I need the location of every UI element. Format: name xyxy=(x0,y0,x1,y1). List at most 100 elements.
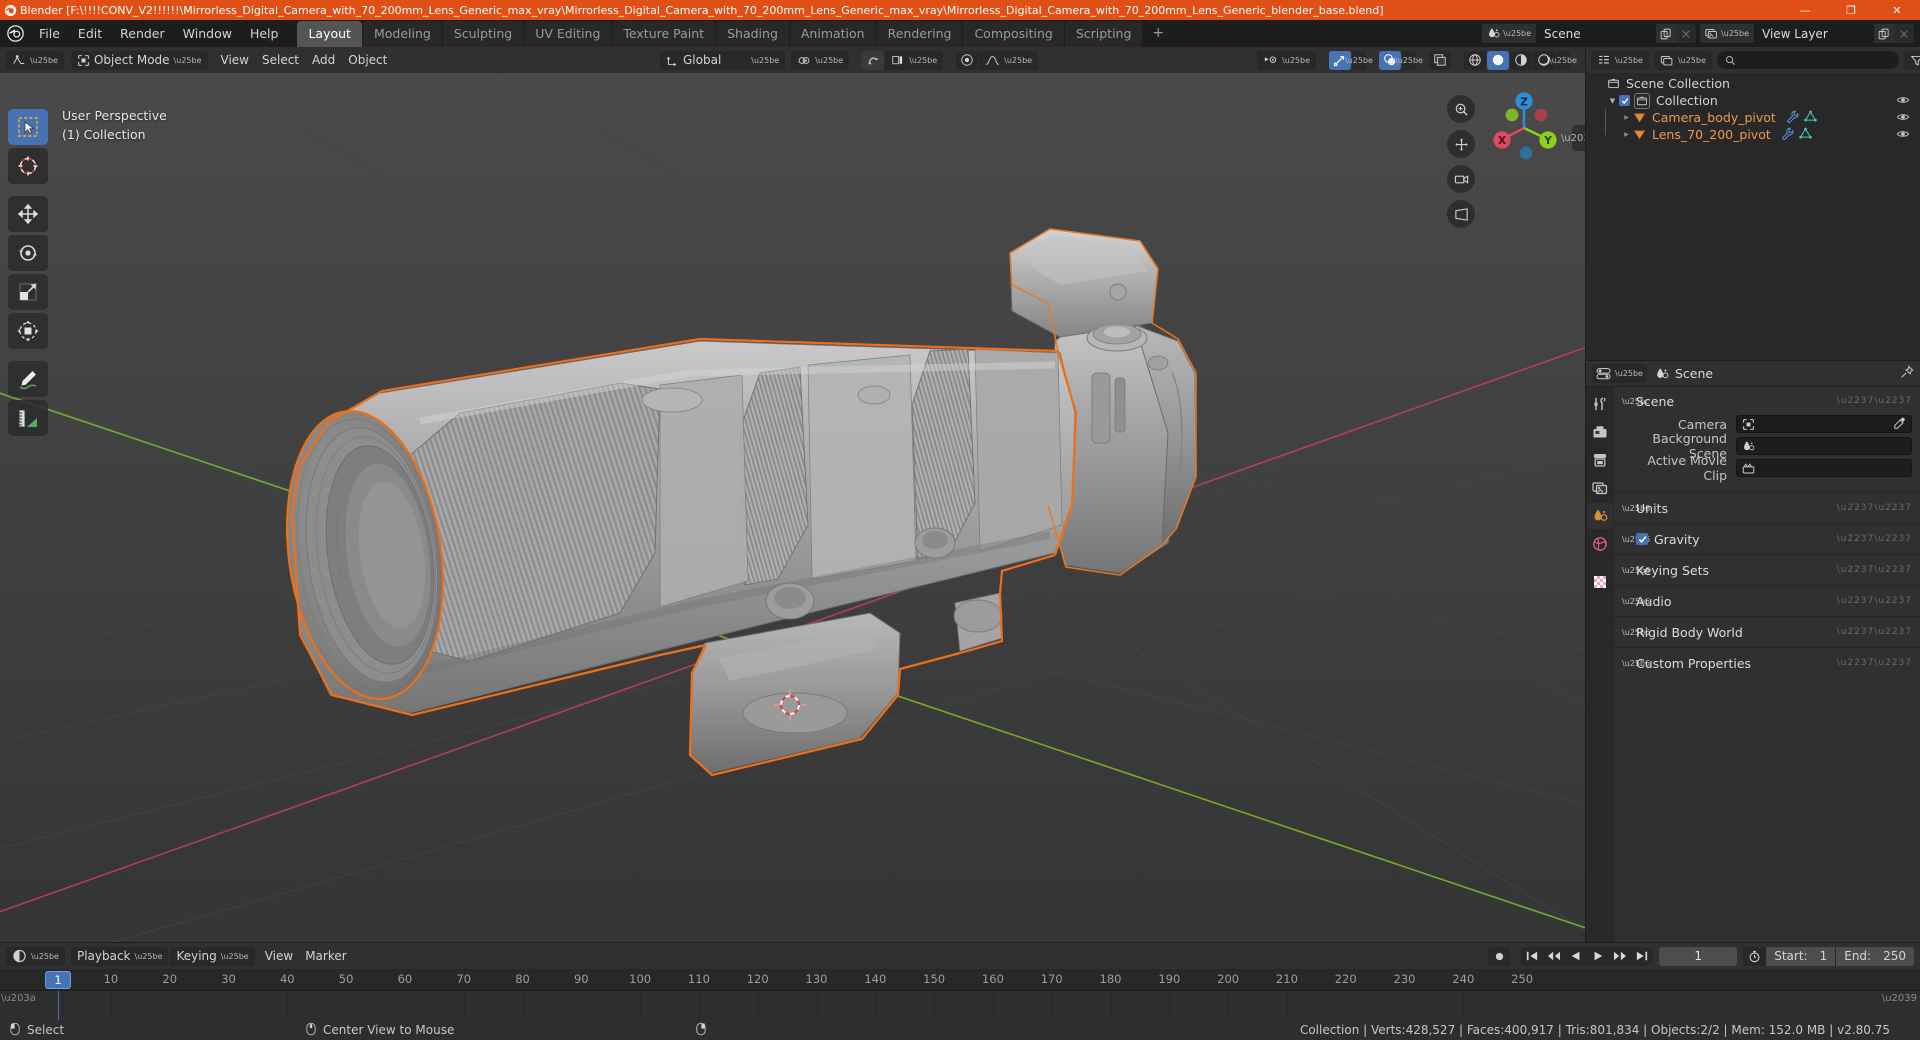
menu-file[interactable]: File xyxy=(30,22,69,45)
toggle-xray-icon[interactable] xyxy=(1429,50,1451,70)
add-workspace-button[interactable]: + xyxy=(1143,20,1173,47)
object-visibility-eye-icon[interactable] xyxy=(1896,127,1910,144)
menu-help[interactable]: Help xyxy=(241,22,288,45)
timeline-menu-keying[interactable]: Keying \u25be xyxy=(170,946,255,966)
tab-compositing[interactable]: Compositing xyxy=(963,21,1064,47)
viewport-menu-view[interactable]: View xyxy=(215,51,255,70)
tab-modeling[interactable]: Modeling xyxy=(362,21,442,47)
close-button[interactable]: ✕ xyxy=(1874,0,1920,20)
outliner-row-camera-body-pivot[interactable]: ▶ Camera_body_pivot xyxy=(1586,109,1920,126)
collection-disclosure-icon[interactable]: ▼ xyxy=(1606,97,1619,105)
viewport-menu-object[interactable]: Object xyxy=(342,51,393,70)
play-button[interactable] xyxy=(1587,947,1609,966)
current-frame-field[interactable]: 1 xyxy=(1659,946,1738,966)
object-visibility-eye-icon[interactable] xyxy=(1896,110,1910,127)
outliner-filter-button[interactable]: \u25be xyxy=(1903,50,1920,70)
scene-selector[interactable]: \u25be Scene xyxy=(1482,24,1697,43)
tab-rendering[interactable]: Rendering xyxy=(876,21,963,47)
panel-header-audio[interactable]: \u25b6 Audio \u2237\u2237 xyxy=(1614,590,1920,612)
tab-shading[interactable]: Shading xyxy=(716,21,789,47)
panel-header-scene[interactable]: \u25bc Scene \u2237\u2237 xyxy=(1614,390,1920,412)
properties-tab-texture[interactable] xyxy=(1587,569,1613,595)
toggle-perspective-icon[interactable] xyxy=(1447,200,1475,228)
tab-scripting[interactable]: Scripting xyxy=(1064,21,1143,47)
background-scene-field[interactable] xyxy=(1736,437,1912,455)
outliner-row-collection[interactable]: ▼ Collection xyxy=(1586,92,1920,109)
3d-viewport[interactable]: \u25be Object Mode \u25be View Select Ad… xyxy=(0,47,1585,942)
outliner-display-mode-button[interactable]: \u25be xyxy=(1653,50,1712,70)
properties-tab-view-layer[interactable] xyxy=(1587,475,1613,501)
navigation-gizmo[interactable]: Z Y X xyxy=(1479,83,1569,173)
blender-logo-icon[interactable] xyxy=(0,20,30,47)
timeline-menu-marker[interactable]: Marker xyxy=(299,947,352,966)
tab-texture-paint[interactable]: Texture Paint xyxy=(612,21,716,47)
viewport-canvas[interactable]: User Perspective (1) Collection Z Y X 20 xyxy=(0,73,1585,942)
tab-uv-editing[interactable]: UV Editing xyxy=(524,21,612,47)
panel-header-rigid-body-world[interactable]: \u25b6 Rigid Body World \u2237\u2237 xyxy=(1614,621,1920,643)
properties-tab-output[interactable] xyxy=(1587,447,1613,473)
outliner-row-lens-70-200-pivot[interactable]: ▶ Lens_70_200_pivot xyxy=(1586,109,1920,144)
editor-type-button[interactable]: \u25be xyxy=(6,50,64,70)
timeline-ruler[interactable]: 10 20 30 40 50 60 70 80 90 100 110 120 130 140 150 160 1… xyxy=(0,969,1920,991)
active-movie-clip-field[interactable] xyxy=(1736,459,1912,477)
shading-dropdown[interactable]: \u25be xyxy=(1549,50,1577,70)
shading-wireframe-icon[interactable] xyxy=(1464,50,1486,70)
collection-checkbox[interactable] xyxy=(1619,95,1630,106)
view-layer-name[interactable]: View Layer xyxy=(1754,24,1874,43)
mesh-data-icon[interactable] xyxy=(1804,110,1817,126)
play-reverse-button[interactable] xyxy=(1565,947,1587,966)
camera-field[interactable] xyxy=(1736,415,1912,433)
snap-target-dropdown[interactable]: \u25be xyxy=(885,50,944,70)
gizmo-dropdown[interactable]: \u25be xyxy=(1345,50,1373,70)
panel-header-custom-properties[interactable]: \u25b6 Custom Properties \u2237\u2237 xyxy=(1614,652,1920,674)
measure-tool-icon[interactable] xyxy=(8,400,48,436)
mesh-data-icon[interactable] xyxy=(1798,127,1812,143)
properties-tab-scene[interactable] xyxy=(1587,503,1613,529)
menu-window[interactable]: Window xyxy=(174,22,241,45)
collection-visibility-eye-icon[interactable] xyxy=(1896,93,1910,110)
panel-header-gravity[interactable]: \u25b6 Gravity \u2237\u2237 xyxy=(1614,528,1920,550)
minimize-button[interactable]: — xyxy=(1782,0,1828,20)
move-view-icon[interactable] xyxy=(1447,130,1475,158)
scene-name[interactable]: Scene xyxy=(1536,24,1657,43)
eyedropper-icon[interactable] xyxy=(1893,415,1906,434)
outliner-editor[interactable]: \u25be \u25be \u25be xyxy=(1586,47,1920,360)
camera-view-icon[interactable] xyxy=(1447,165,1475,193)
timeline-editor-type-button[interactable]: \u25be xyxy=(6,946,65,966)
auto-keying-icon[interactable] xyxy=(1488,946,1511,966)
timeline-left-scroll-arrow[interactable]: \u203a xyxy=(1,993,36,1004)
view-layer-browse-icon[interactable]: \u25be xyxy=(1700,24,1754,43)
shading-solid-icon[interactable] xyxy=(1487,50,1509,70)
remove-view-layer-button[interactable] xyxy=(1894,24,1914,43)
previous-keyframe-button[interactable] xyxy=(1543,947,1565,966)
new-view-layer-button[interactable] xyxy=(1874,24,1894,43)
jump-to-end-button[interactable] xyxy=(1631,947,1653,966)
timeline-menu-view[interactable]: View xyxy=(259,947,299,966)
properties-editor[interactable]: \u25be Scene \u25bc Scene \u2237\u2237 C… xyxy=(1586,361,1920,942)
scale-tool-icon[interactable] xyxy=(8,274,48,310)
menu-edit[interactable]: Edit xyxy=(69,22,111,45)
view-layer-selector[interactable]: \u25be View Layer xyxy=(1700,24,1914,43)
timeline-playhead[interactable]: 1 xyxy=(45,971,71,989)
tab-sculpting[interactable]: Sculpting xyxy=(442,21,524,47)
timeline-track-area[interactable] xyxy=(0,991,1920,1020)
frame-start-field[interactable]: Start: 1 xyxy=(1766,946,1836,966)
overlays-dropdown[interactable]: \u25be xyxy=(1395,50,1423,70)
remove-scene-button[interactable] xyxy=(1676,24,1697,43)
scene-browse-icon[interactable]: \u25be xyxy=(1482,24,1537,43)
outliner-row-scene-collection[interactable]: Scene Collection xyxy=(1586,75,1920,92)
proportional-edit-icon[interactable] xyxy=(956,50,979,70)
object-visibility-icon[interactable]: \u25be xyxy=(1257,50,1316,70)
outliner-search-field[interactable] xyxy=(1740,53,1891,67)
next-keyframe-button[interactable] xyxy=(1609,947,1631,966)
cursor-tool-icon[interactable] xyxy=(8,148,48,184)
rotate-tool-icon[interactable] xyxy=(8,235,48,271)
maximize-button[interactable]: ❐ xyxy=(1828,0,1874,20)
timeline-editor[interactable]: \u25be Playback \u25be Keying \u25be View … xyxy=(0,943,1920,1020)
properties-tab-world[interactable] xyxy=(1587,531,1613,557)
snap-magnet-icon[interactable] xyxy=(862,50,885,70)
properties-tab-tool[interactable] xyxy=(1587,391,1613,417)
viewport-menu-add[interactable]: Add xyxy=(306,51,341,70)
zoom-view-icon[interactable] xyxy=(1447,95,1475,123)
pivot-point-dropdown[interactable]: \u25be xyxy=(791,50,850,70)
